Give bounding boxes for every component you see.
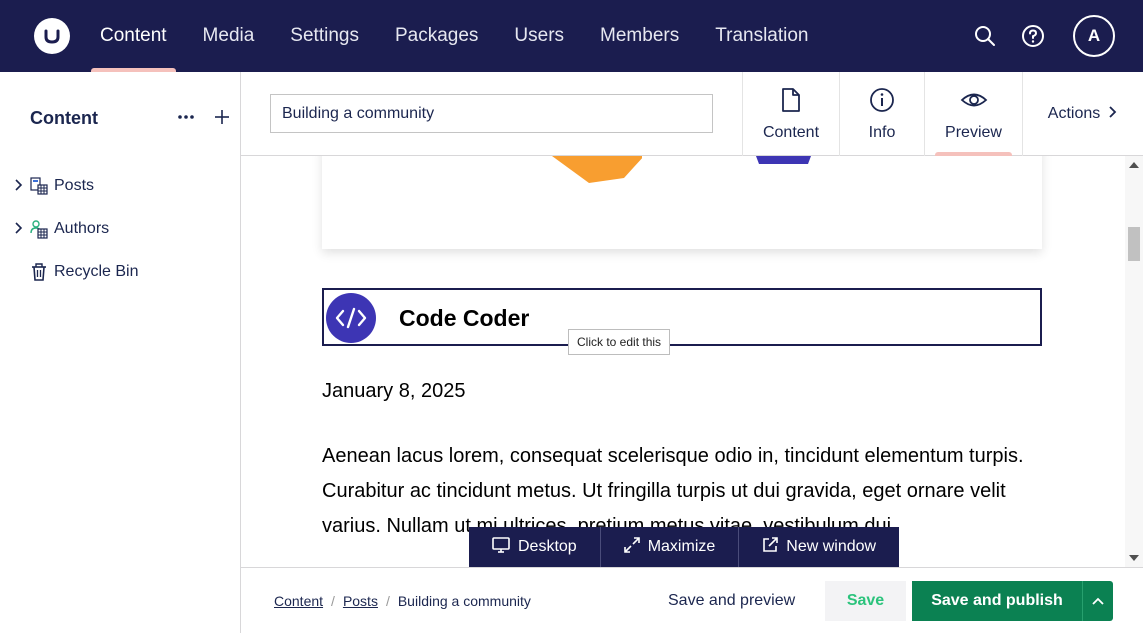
breadcrumb-content[interactable]: Content: [274, 593, 323, 609]
scroll-up-arrow-icon[interactable]: [1129, 162, 1139, 168]
workspace-tabs: Content Info Preview Actions: [742, 72, 1143, 156]
author-name: Code Coder: [399, 305, 530, 331]
edit-tooltip: Click to edit this: [568, 329, 671, 355]
tab-label: Info: [868, 123, 896, 141]
breadcrumb-separator: /: [385, 593, 390, 609]
external-link-icon: [762, 536, 779, 558]
top-navigation-bar: Content Media Settings Packages Users Me…: [0, 0, 1143, 72]
nav-media[interactable]: Media: [185, 0, 273, 72]
chevron-right-icon[interactable]: [14, 221, 28, 237]
chevron-right-icon[interactable]: [14, 178, 28, 194]
tree-item-label: Recycle Bin: [54, 263, 139, 280]
preview-frame[interactable]: Code Coder Click to edit this January 8,…: [241, 156, 1143, 567]
help-icon[interactable]: [1019, 22, 1047, 50]
umbraco-logo-icon[interactable]: [34, 18, 70, 54]
code-icon: [326, 293, 376, 343]
desktop-label: Desktop: [518, 538, 577, 555]
user-avatar[interactable]: A: [1073, 15, 1115, 57]
hero-illustration-orange: [552, 156, 642, 183]
tree-item-posts[interactable]: Posts: [14, 176, 94, 196]
breadcrumb-posts[interactable]: Posts: [343, 593, 378, 609]
section-nav: Content Media Settings Packages Users Me…: [82, 0, 827, 72]
workspace-header: Content Info Preview Actions: [241, 72, 1143, 156]
post-date: January 8, 2025: [322, 380, 466, 402]
document-name-input[interactable]: [270, 94, 713, 133]
breadcrumb-separator: /: [331, 593, 335, 609]
nav-users[interactable]: Users: [496, 0, 582, 72]
preview-device-toolbar: Desktop Maximize New window: [469, 527, 900, 567]
save-and-publish-group: Save and publish: [912, 581, 1113, 621]
document-icon: [780, 87, 802, 118]
preview-scrollbar[interactable]: [1125, 156, 1143, 567]
authors-list-icon: [28, 219, 50, 239]
trash-icon: [28, 262, 50, 282]
content-tree-sidebar: Content Posts Authors Recycle Bin: [0, 72, 241, 633]
info-icon: [869, 87, 895, 118]
tree-item-recycle-bin[interactable]: Recycle Bin: [14, 262, 138, 282]
desktop-button[interactable]: Desktop: [469, 527, 601, 567]
workspace-footer: Content / Posts / Building a community S…: [241, 567, 1143, 633]
tab-content[interactable]: Content: [742, 72, 839, 156]
hero-image-card: [322, 156, 1042, 249]
actions-button[interactable]: Actions: [1022, 72, 1143, 156]
top-actions: A: [971, 15, 1115, 57]
tree-item-authors[interactable]: Authors: [14, 219, 109, 239]
nav-settings[interactable]: Settings: [272, 0, 377, 72]
breadcrumb-current: Building a community: [397, 593, 531, 609]
breadcrumb: Content / Posts / Building a community: [274, 593, 531, 609]
tab-label: Preview: [945, 123, 1002, 141]
scroll-thumb[interactable]: [1128, 227, 1140, 261]
save-and-publish-button[interactable]: Save and publish: [912, 592, 1082, 610]
tab-label: Content: [762, 123, 820, 141]
more-icon[interactable]: [176, 106, 196, 132]
chevron-right-icon: [1108, 105, 1118, 124]
actions-label: Actions: [1047, 105, 1101, 122]
posts-list-icon: [28, 176, 50, 196]
hero-illustration-blue: [756, 156, 811, 164]
chevron-up-icon[interactable]: [1082, 581, 1113, 621]
nav-translation[interactable]: Translation: [697, 0, 826, 72]
tree-item-label: Posts: [54, 177, 95, 194]
eye-icon: [960, 87, 988, 118]
new-window-button[interactable]: New window: [739, 527, 899, 567]
sidebar-heading: Content: [30, 108, 98, 128]
save-and-preview-button[interactable]: Save and preview: [652, 581, 811, 621]
author-block[interactable]: Code Coder: [322, 288, 1042, 346]
tree-item-label: Authors: [54, 220, 110, 237]
tab-preview[interactable]: Preview: [924, 72, 1022, 156]
search-icon[interactable]: [971, 22, 999, 50]
maximize-button[interactable]: Maximize: [601, 527, 740, 567]
maximize-label: Maximize: [647, 538, 716, 555]
monitor-icon: [492, 536, 510, 558]
nav-members[interactable]: Members: [582, 0, 697, 72]
nav-content[interactable]: Content: [82, 0, 185, 72]
new-window-label: New window: [786, 538, 877, 555]
nav-packages[interactable]: Packages: [377, 0, 496, 72]
expand-icon: [623, 536, 640, 558]
save-button[interactable]: Save: [825, 581, 906, 621]
tab-info[interactable]: Info: [839, 72, 924, 156]
plus-icon[interactable]: [212, 106, 232, 132]
sidebar-actions: [176, 106, 232, 132]
scroll-down-arrow-icon[interactable]: [1129, 555, 1139, 561]
